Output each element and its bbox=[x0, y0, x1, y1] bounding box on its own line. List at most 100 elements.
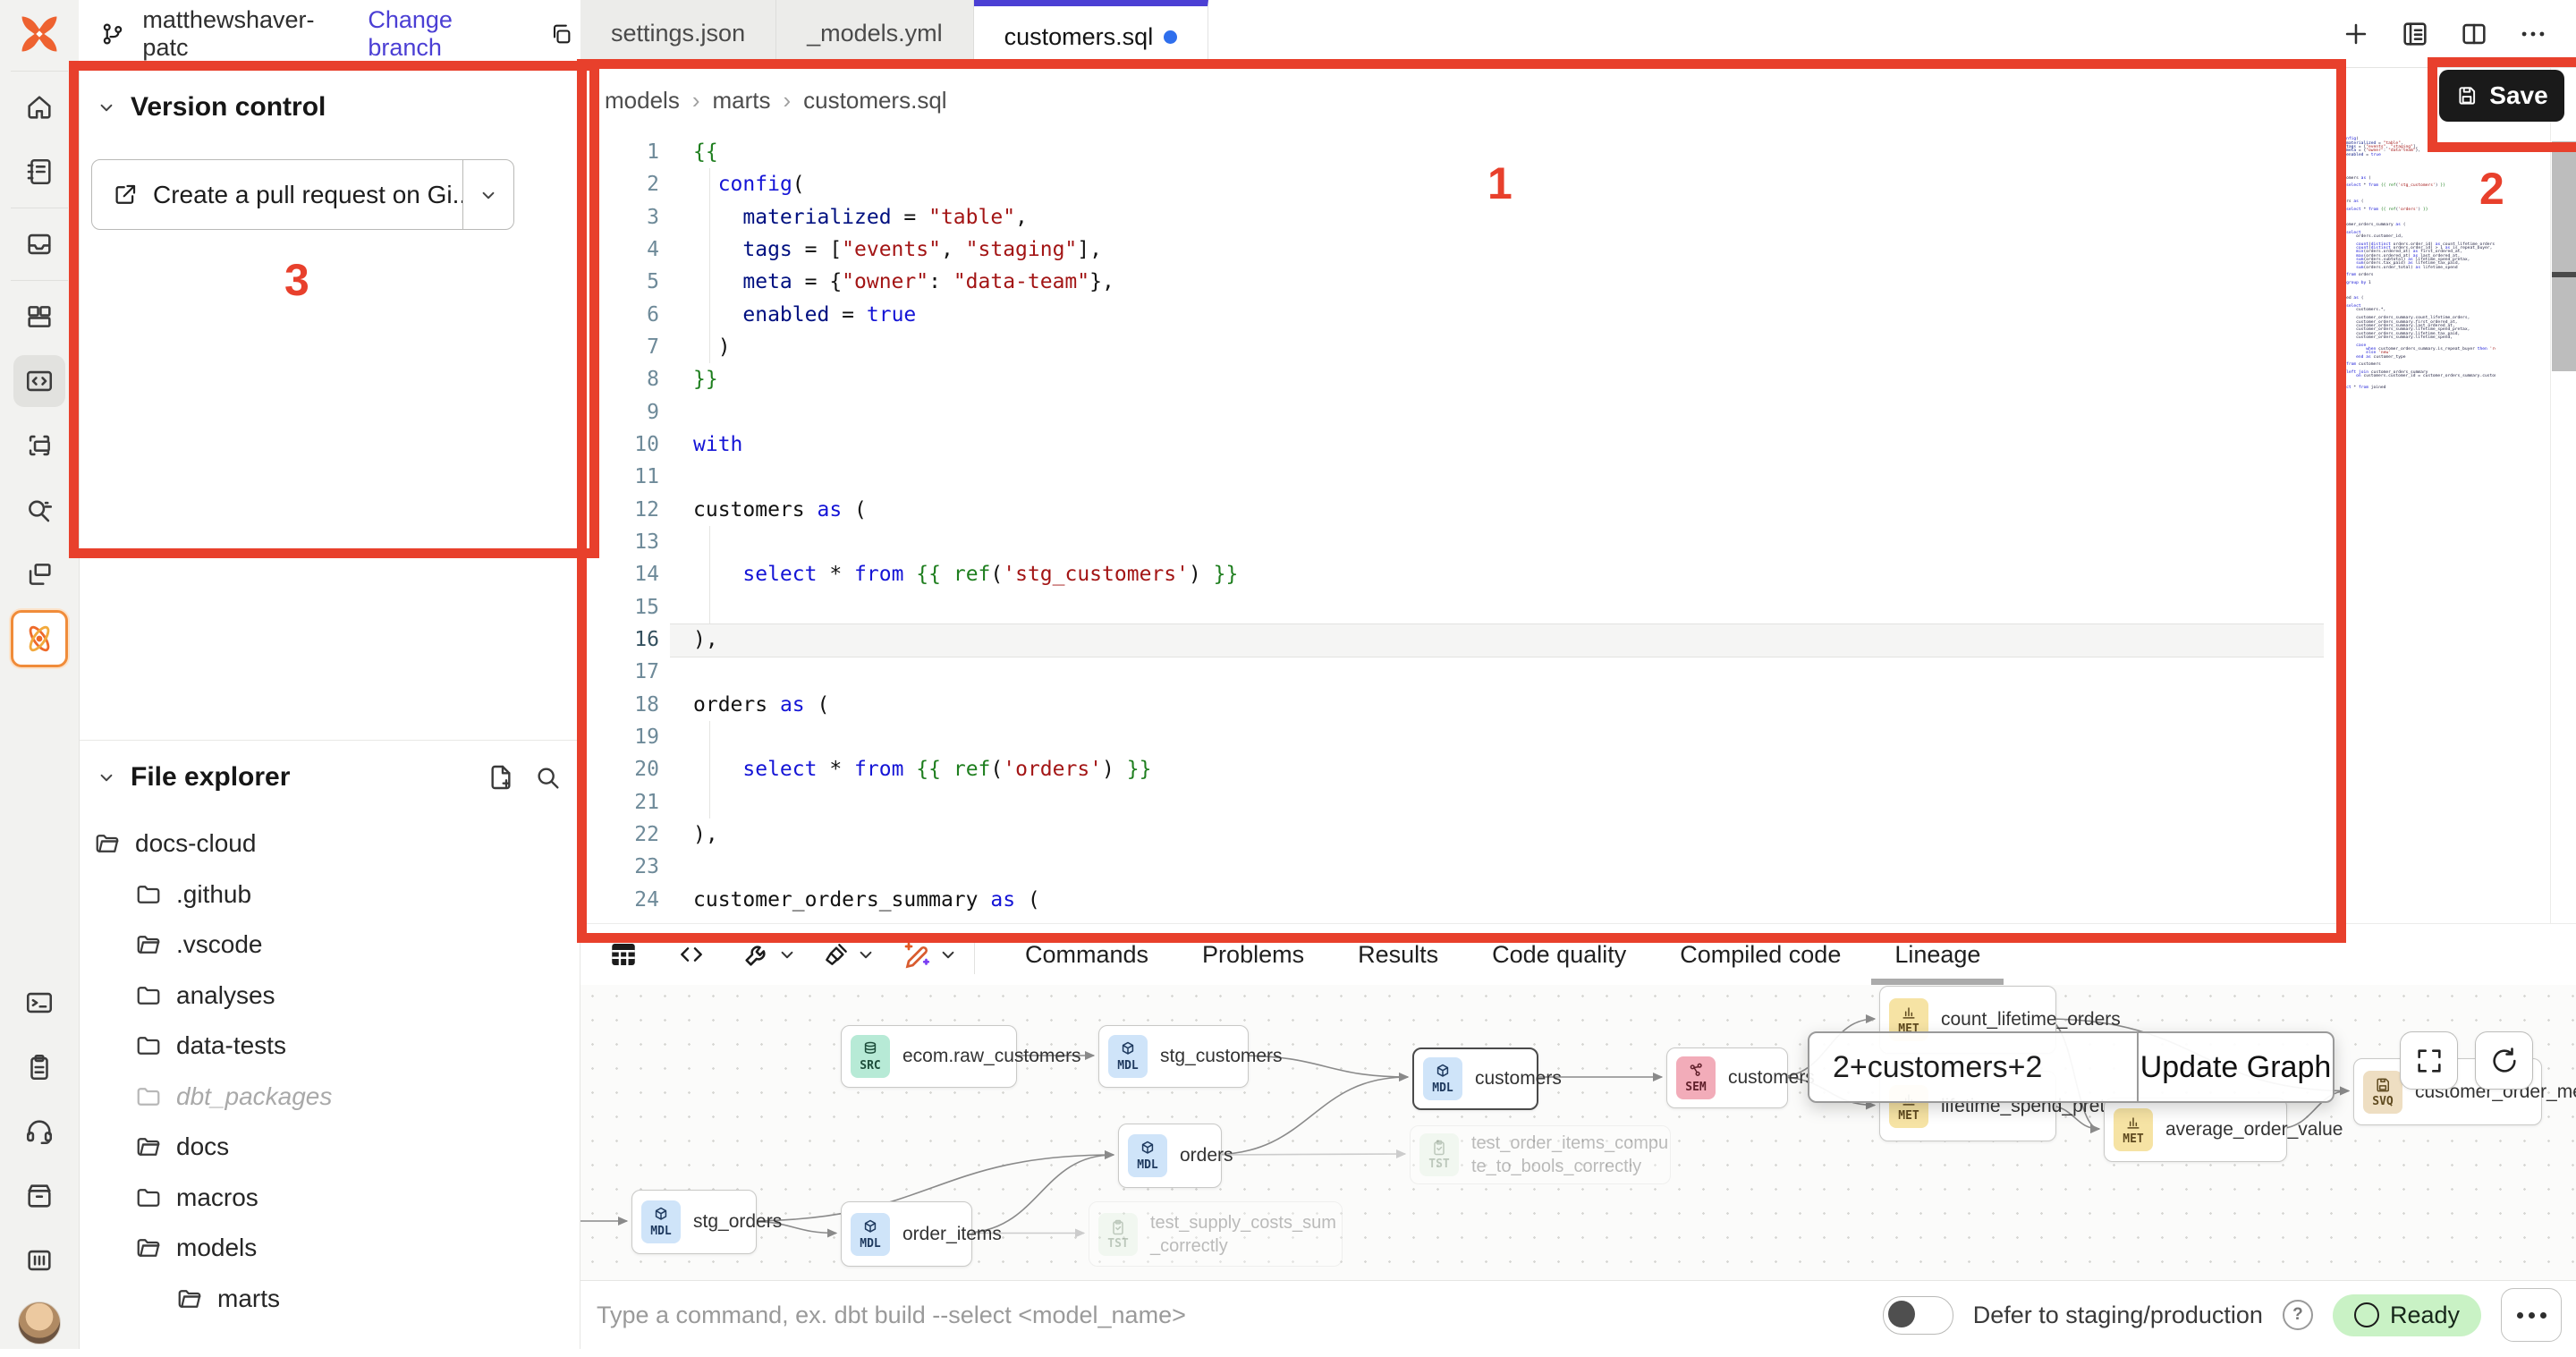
code-editor[interactable]: {{ config( materialized = "table", tags … bbox=[693, 136, 2308, 916]
node-badge-svq-icon: SVQ bbox=[2363, 1071, 2402, 1114]
lineage-canvas[interactable]: SRCecom.raw_customers MDLstg_customers MDL… bbox=[580, 984, 2576, 1281]
save-button[interactable]: Save bbox=[2439, 70, 2564, 122]
folder-closed-icon bbox=[135, 982, 162, 1009]
command-input[interactable]: Type a command, ex. dbt build --select <… bbox=[580, 1302, 1883, 1329]
bottom-tab-compiled-code[interactable]: Compiled code bbox=[1680, 924, 1841, 985]
tree-item-marts[interactable]: marts bbox=[79, 1274, 580, 1325]
editor-scrollbar[interactable] bbox=[2552, 67, 2576, 923]
breadcrumb-models[interactable]: models bbox=[605, 87, 680, 114]
breadcrumb-file[interactable]: customers.sql bbox=[803, 87, 946, 114]
dbt-logo[interactable] bbox=[0, 0, 79, 67]
bottom-tab-problems[interactable]: Problems bbox=[1202, 924, 1304, 985]
tab-label: _models.yml bbox=[807, 20, 943, 47]
chevron-down-icon[interactable] bbox=[775, 943, 799, 966]
node-label: customers bbox=[1475, 1068, 1562, 1090]
rail-archive-icon[interactable] bbox=[0, 1164, 79, 1228]
ready-status-badge[interactable]: Ready bbox=[2333, 1294, 2481, 1336]
chevron-down-icon[interactable] bbox=[95, 96, 118, 119]
tab-_models.yml[interactable]: _models.yml bbox=[776, 0, 974, 67]
refresh-icon bbox=[2489, 1046, 2520, 1076]
tree-item-models[interactable]: models bbox=[79, 1223, 580, 1274]
create-pr-button[interactable]: Create a pull request on Gi... bbox=[91, 159, 514, 230]
more-options-icon[interactable] bbox=[2513, 14, 2553, 54]
inbox-icon bbox=[13, 218, 65, 270]
rail-catalyst-icon[interactable] bbox=[0, 606, 79, 671]
tree-item-label: macros bbox=[176, 1183, 258, 1212]
pr-dropdown-caret[interactable] bbox=[462, 160, 513, 229]
lineage-node-test_supply_costs_sum_correctly[interactable]: TSTtest_supply_costs_sum_correctly bbox=[1089, 1201, 1343, 1267]
panel-list-icon[interactable] bbox=[2395, 14, 2435, 54]
fullscreen-button[interactable] bbox=[2400, 1031, 2458, 1090]
tree-item-label: analyses bbox=[176, 981, 275, 1010]
rail-clipboard-icon[interactable] bbox=[0, 1035, 79, 1099]
file-tree: docs-cloud.github .vscode analyses data-tes… bbox=[79, 818, 580, 1324]
tree-item-.github[interactable]: .github bbox=[79, 869, 580, 920]
new-tab-icon[interactable] bbox=[2336, 14, 2376, 54]
rail-home-icon[interactable] bbox=[0, 75, 79, 140]
chevron-down-icon[interactable] bbox=[854, 943, 877, 966]
tree-item-docs-cloud[interactable]: docs-cloud bbox=[79, 818, 580, 869]
tree-item-label: .vscode bbox=[176, 930, 263, 959]
rail-inbox-icon[interactable] bbox=[0, 212, 79, 276]
lineage-node-customers_sem[interactable]: SEMcustomers bbox=[1666, 1047, 1788, 1108]
rail-frame-icon[interactable] bbox=[0, 413, 79, 478]
tree-item-dbt_packages[interactable]: dbt_packages bbox=[79, 1072, 580, 1123]
lineage-node-customers[interactable]: MDLcustomers bbox=[1412, 1047, 1538, 1110]
change-branch-link[interactable]: Change branch bbox=[368, 6, 530, 62]
lineage-node-stg_orders[interactable]: MDLstg_orders bbox=[631, 1190, 757, 1254]
copilot-sparkle-pen-icon[interactable] bbox=[894, 938, 940, 971]
scrollbar-thumb[interactable] bbox=[2552, 141, 2576, 371]
status-more-button[interactable] bbox=[2501, 1288, 2562, 1342]
bottom-tab-commands[interactable]: Commands bbox=[1025, 924, 1148, 985]
bottom-tab-code-quality[interactable]: Code quality bbox=[1492, 924, 1626, 985]
update-graph-button[interactable]: Update Graph bbox=[2137, 1033, 2333, 1101]
rail-blocks-icon[interactable] bbox=[0, 284, 79, 349]
help-icon[interactable]: ? bbox=[2283, 1300, 2313, 1330]
toolbar-divider bbox=[974, 935, 975, 974]
format-broom-icon[interactable] bbox=[815, 940, 858, 969]
bottom-tab-results[interactable]: Results bbox=[1358, 924, 1438, 985]
rail-notebook-icon[interactable] bbox=[0, 140, 79, 204]
defer-toggle[interactable] bbox=[1883, 1296, 1953, 1335]
minimap[interactable]: {{ config( materialized = "table", tags … bbox=[2336, 134, 2496, 403]
tree-item-data-tests[interactable]: data-tests bbox=[79, 1021, 580, 1072]
rail-lineage-search-icon[interactable] bbox=[0, 478, 79, 542]
rail-windows-icon[interactable] bbox=[0, 542, 79, 606]
lineage-node-stg_customers[interactable]: MDLstg_customers bbox=[1098, 1025, 1249, 1088]
tree-item-macros[interactable]: macros bbox=[79, 1173, 580, 1224]
new-file-icon[interactable] bbox=[487, 763, 515, 792]
rail-code-editor-icon[interactable] bbox=[0, 349, 79, 413]
rail-headset-icon[interactable] bbox=[0, 1099, 79, 1164]
rail-terminal-icon[interactable] bbox=[0, 971, 79, 1035]
bottom-tab-lineage[interactable]: Lineage bbox=[1894, 924, 1980, 985]
user-avatar[interactable] bbox=[18, 1302, 61, 1344]
folder-open-icon bbox=[176, 1285, 203, 1312]
tree-item-docs[interactable]: docs bbox=[79, 1122, 580, 1173]
lineage-search-icon bbox=[13, 484, 65, 536]
chevron-down-icon bbox=[477, 183, 500, 207]
windows-icon bbox=[13, 548, 65, 600]
node-badge-mdl-icon: MDL bbox=[1423, 1057, 1462, 1100]
chevron-down-icon[interactable] bbox=[936, 943, 960, 966]
build-wrench-icon[interactable] bbox=[734, 939, 779, 970]
lineage-node-order_items[interactable]: MDLorder_items bbox=[841, 1201, 972, 1267]
lineage-node-test_order_items_compute_to_bools_correctly[interactable]: TSTtest_order_items_compute_to_bools_cor… bbox=[1410, 1125, 1671, 1184]
search-icon[interactable] bbox=[533, 763, 562, 792]
lineage-node-average_order_value[interactable]: METaverage_order_value bbox=[2104, 1098, 2287, 1162]
tab-settings.json[interactable]: settings.json bbox=[580, 0, 776, 67]
scrollbar-handle[interactable] bbox=[2552, 272, 2576, 277]
rail-columns-icon[interactable] bbox=[0, 1228, 79, 1293]
lineage-node-ecom.raw_customers[interactable]: SRCecom.raw_customers bbox=[841, 1025, 1017, 1088]
graph-search-input[interactable]: 2+customers+2 bbox=[1809, 1033, 2137, 1101]
chevron-down-icon[interactable] bbox=[95, 766, 118, 789]
tree-item-analyses[interactable]: analyses bbox=[79, 971, 580, 1022]
lineage-node-orders[interactable]: MDLorders bbox=[1118, 1124, 1222, 1188]
compile-code-icon[interactable] bbox=[670, 940, 713, 969]
split-editor-icon[interactable] bbox=[2454, 14, 2494, 54]
preview-table-icon[interactable] bbox=[600, 938, 647, 971]
refresh-graph-button[interactable] bbox=[2475, 1031, 2533, 1090]
tree-item-.vscode[interactable]: .vscode bbox=[79, 920, 580, 971]
copy-branch-icon[interactable] bbox=[542, 14, 580, 54]
breadcrumb-marts[interactable]: marts bbox=[713, 87, 771, 114]
tab-customers.sql[interactable]: customers.sql bbox=[974, 0, 1209, 67]
